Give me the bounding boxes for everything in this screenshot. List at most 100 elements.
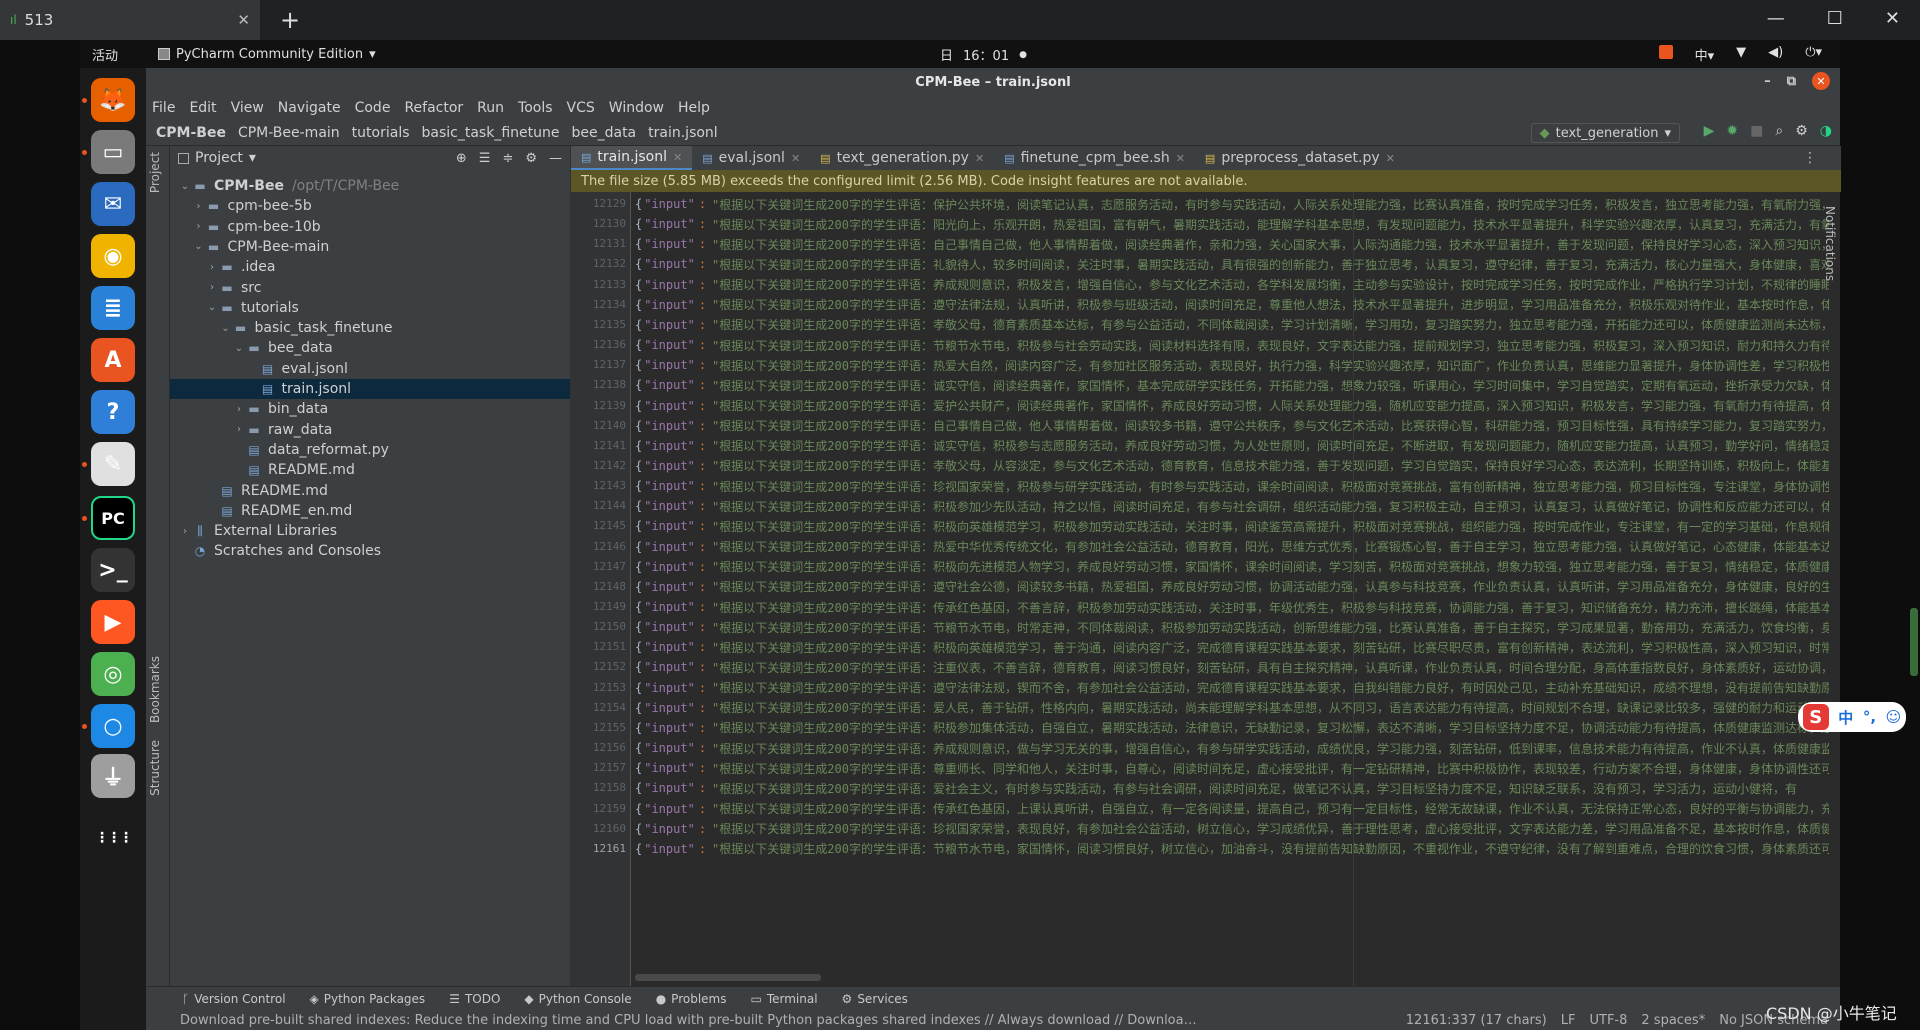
chevron-down-icon[interactable]: ⌄: [219, 323, 233, 334]
code-line[interactable]: {"input": "根据以下关键词生成200字的学生评语：保护公共环境，阅读笔记…: [635, 194, 1829, 214]
stop-icon[interactable]: ■: [1750, 123, 1763, 139]
collapse-all-icon[interactable]: ≑: [502, 151, 513, 166]
pycharm-icon[interactable]: PC: [91, 496, 135, 540]
tool-terminal[interactable]: ▭ Terminal: [750, 992, 817, 1006]
tree-item[interactable]: ▤ train.jsonl: [170, 379, 570, 399]
code-line[interactable]: {"input": "根据以下关键词生成200字的学生评语：养成规则意识，积极发言…: [635, 275, 1829, 295]
code-line[interactable]: {"input": "根据以下关键词生成200字的学生评语：遵守法律法规，锲而不舍…: [635, 678, 1829, 698]
tree-item[interactable]: ⌄ ▬ bee_data: [170, 338, 570, 358]
software-icon[interactable]: A: [91, 338, 135, 382]
close-icon[interactable]: ✕: [791, 152, 800, 165]
help-icon[interactable]: ?: [91, 390, 135, 434]
minimize-icon[interactable]: —: [1767, 8, 1785, 29]
sublime-icon[interactable]: ▶: [91, 600, 135, 644]
tool-todo[interactable]: ☰ TODO: [449, 992, 500, 1006]
writer-icon[interactable]: ≣: [91, 286, 135, 330]
terminal-icon[interactable]: >_: [91, 548, 135, 592]
close-icon[interactable]: ✕: [237, 11, 250, 29]
tree-item[interactable]: ▤ data_reformat.py: [170, 440, 570, 460]
editor-tab[interactable]: ▤ train.jsonl ✕: [571, 146, 693, 170]
code-line[interactable]: {"input": "根据以下关键词生成200字的学生评语：注重仪表，不善言辞，德…: [635, 657, 1829, 677]
code-line[interactable]: {"input": "根据以下关键词生成200字的学生评语：节粮节水节电，家国情怀…: [635, 839, 1829, 859]
run-icon[interactable]: ▶: [1704, 123, 1715, 139]
code-line[interactable]: {"input": "根据以下关键词生成200字的学生评语：自己事情自己做，他人事…: [635, 234, 1829, 254]
sogou-tray-icon[interactable]: [1658, 45, 1673, 59]
close-icon[interactable]: ✕: [975, 152, 984, 165]
chevron-right-icon[interactable]: ›: [232, 404, 246, 415]
emoji-icon[interactable]: ☺: [1886, 708, 1902, 726]
code-line[interactable]: {"input": "根据以下关键词生成200字的学生评语：传承红色基因，不善言辞…: [635, 597, 1829, 617]
app-menu[interactable]: PyCharm Community Edition ▾: [158, 47, 376, 62]
code-line[interactable]: {"input": "根据以下关键词生成200字的学生评语：阳光向上，乐观开朗，热…: [635, 214, 1829, 234]
maximize-icon[interactable]: ☐: [1827, 8, 1843, 29]
menu-navigate[interactable]: Navigate: [278, 100, 341, 116]
close-icon[interactable]: ✕: [1812, 72, 1830, 90]
system-tray[interactable]: 中▾ ▼ ◀) ⏻▾: [1658, 45, 1822, 64]
firefox-icon[interactable]: 🦊: [91, 78, 135, 122]
chevron-right-icon[interactable]: ›: [192, 201, 206, 212]
tree-item[interactable]: › ▬ cpm-bee-10b: [170, 217, 570, 237]
chevron-down-icon[interactable]: ⌄: [192, 241, 206, 252]
tree-item[interactable]: › ▬ src: [170, 278, 570, 298]
minimize-icon[interactable]: –: [1764, 74, 1771, 89]
restore-icon[interactable]: ⧉: [1787, 74, 1796, 89]
code-line[interactable]: {"input": "根据以下关键词生成200字的学生评语：养成规则意识，做与学习…: [635, 738, 1829, 758]
chevron-down-icon[interactable]: ⌄: [232, 343, 246, 354]
editor-tab[interactable]: ▤ finetune_cpm_bee.sh ✕: [994, 146, 1195, 170]
horizontal-scrollbar[interactable]: [635, 974, 821, 981]
thunderbird-icon[interactable]: ✉: [91, 182, 135, 226]
chevron-right-icon[interactable]: ›: [178, 526, 192, 537]
run-configuration-select[interactable]: ◆ text_generation ▾: [1530, 123, 1680, 143]
menu-tools[interactable]: Tools: [518, 100, 553, 116]
breadcrumb-item[interactable]: basic_task_finetune: [422, 125, 560, 141]
chevron-right-icon[interactable]: ›: [205, 282, 219, 293]
expand-all-icon[interactable]: ☰: [479, 151, 491, 166]
usb-icon[interactable]: ⏚: [91, 754, 135, 798]
code-line[interactable]: {"input": "根据以下关键词生成200字的学生评语：热爱中华优秀传统文化，…: [635, 537, 1829, 557]
menu-view[interactable]: View: [231, 100, 264, 116]
breadcrumb-item[interactable]: train.jsonl: [648, 125, 718, 141]
code-line[interactable]: {"input": "根据以下关键词生成200字的学生评语：节粮节水节电，时常走神…: [635, 617, 1829, 637]
code-line[interactable]: {"input": "根据以下关键词生成200字的学生评语：孝敬父母，德育素质基本…: [635, 315, 1829, 335]
close-icon[interactable]: ✕: [1885, 8, 1900, 29]
wifi-icon[interactable]: ▼: [1736, 45, 1746, 64]
file-encoding[interactable]: UTF-8: [1589, 1013, 1627, 1028]
menu-code[interactable]: Code: [355, 100, 391, 116]
jetbrains-logo-icon[interactable]: ◑: [1820, 123, 1832, 139]
menu-run[interactable]: Run: [477, 100, 504, 116]
tree-item[interactable]: ⌄ ▬ CPM-Bee-main: [170, 237, 570, 257]
vpn-icon[interactable]: ○: [91, 704, 135, 748]
ime-punct[interactable]: °,: [1863, 708, 1876, 726]
code-line[interactable]: {"input": "根据以下关键词生成200字的学生评语：热爱大自然，阅读内容广…: [635, 355, 1829, 375]
chevron-down-icon[interactable]: ⌄: [205, 302, 219, 313]
code-line[interactable]: {"input": "根据以下关键词生成200字的学生评语：孝敬父母，从容淡定，参…: [635, 456, 1829, 476]
chevron-down-icon[interactable]: ▾: [249, 150, 256, 166]
code-line[interactable]: {"input": "根据以下关键词生成200字的学生评语：积极向英雄模范学习，善…: [635, 637, 1829, 657]
tree-item[interactable]: ▤ eval.jsonl: [170, 359, 570, 379]
tree-item[interactable]: ▤ README.md: [170, 460, 570, 480]
caret-position[interactable]: 12161:337 (17 chars): [1406, 1013, 1547, 1028]
code-line[interactable]: {"input": "根据以下关键词生成200字的学生评语：珍视国家荣誉，表现良好…: [635, 819, 1829, 839]
line-number-gutter[interactable]: 12129 12130 12131 12132 12133 12134 12135 12136…: [571, 192, 631, 986]
project-panel-title[interactable]: Project: [195, 150, 243, 166]
breadcrumb-item[interactable]: tutorials: [352, 125, 410, 141]
code-line[interactable]: {"input": "根据以下关键词生成200字的学生评语：礼貌待人，较多时间阅读…: [635, 254, 1829, 274]
tree-item[interactable]: ⌄ ▬ CPM-Bee/opt/T/CPM-Bee: [170, 176, 570, 196]
code-line[interactable]: {"input": "根据以下关键词生成200字的学生评语：传承红色基因，上课认真…: [635, 799, 1829, 819]
ime-floating-toolbar[interactable]: S 中 °, ☺: [1798, 702, 1906, 732]
rhythmbox-icon[interactable]: ◉: [91, 234, 135, 278]
status-message[interactable]: Download pre-built shared indexes: Reduc…: [180, 1013, 1200, 1028]
text-editor-icon[interactable]: ✎: [91, 442, 135, 486]
editor-tab[interactable]: ▤ eval.jsonl ✕: [692, 146, 810, 170]
show-apps-icon[interactable]: ⋮⋮⋮: [91, 816, 135, 860]
tree-item[interactable]: ▤ README_en.md: [170, 501, 570, 521]
bookmarks-tool-button[interactable]: Bookmarks: [148, 656, 162, 723]
chrome-icon[interactable]: ◎: [91, 652, 135, 696]
code-line[interactable]: {"input": "根据以下关键词生成200字的学生评语：节粮节水节电，积极参与…: [635, 335, 1829, 355]
breadcrumb-item[interactable]: bee_data: [571, 125, 636, 141]
breadcrumb-item[interactable]: CPM-Bee-main: [238, 125, 340, 141]
indent-setting[interactable]: 2 spaces*: [1641, 1013, 1705, 1028]
menu-vcs[interactable]: VCS: [567, 100, 595, 116]
tool-version-control[interactable]: ᚴ Version Control: [182, 992, 286, 1006]
chevron-right-icon[interactable]: ›: [205, 262, 219, 273]
